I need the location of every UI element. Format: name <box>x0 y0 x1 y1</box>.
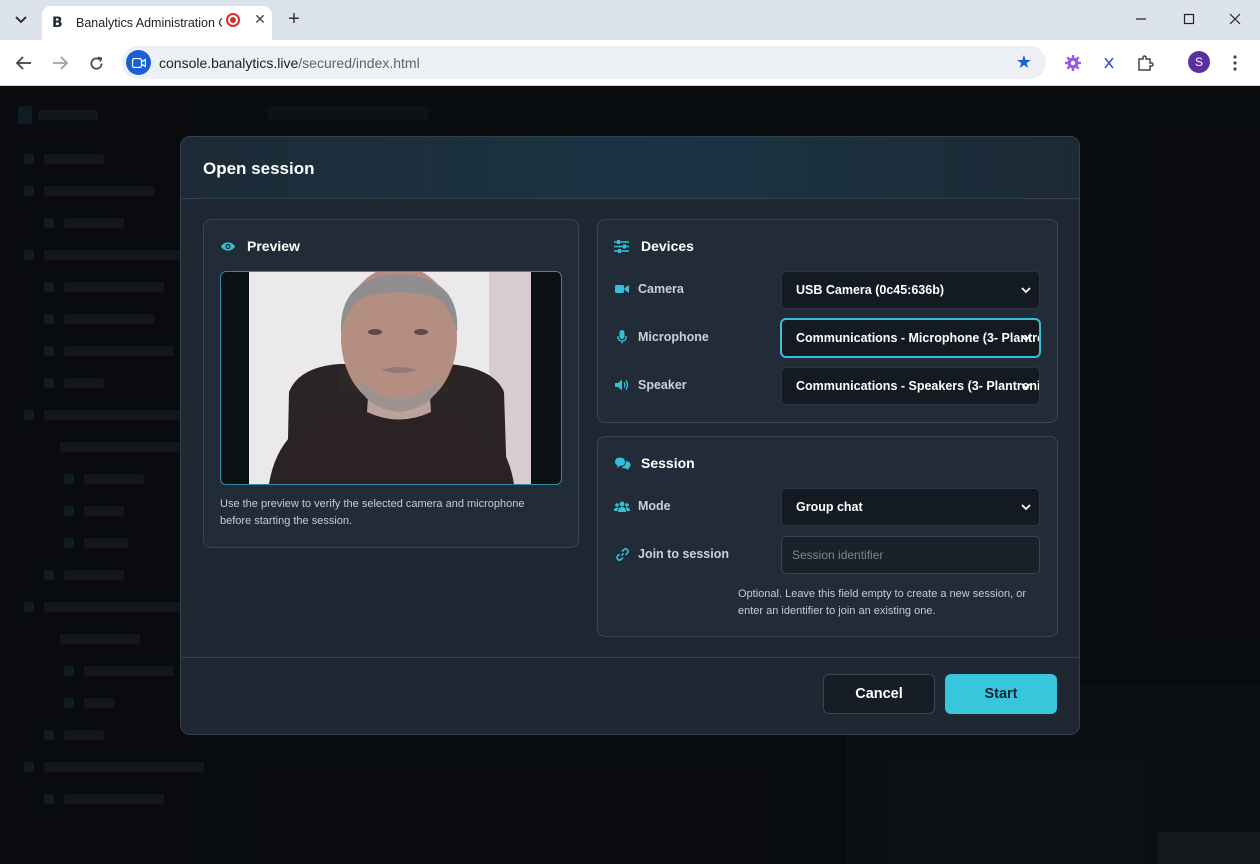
camera-label-text: Camera <box>638 282 684 296</box>
preview-card-title: Preview <box>220 238 300 254</box>
recording-indicator-icon <box>226 13 240 27</box>
tab-search-chevron-icon[interactable] <box>8 7 34 33</box>
speaker-label-text: Speaker <box>638 378 687 392</box>
camera-select-value: USB Camera (0c45:636b) <box>796 283 944 297</box>
link-icon <box>614 547 630 561</box>
extension-gear-icon[interactable] <box>1062 52 1084 74</box>
dialog-header: Open session <box>181 137 1079 199</box>
start-button[interactable]: Start <box>945 674 1057 714</box>
microphone-label: Microphone <box>614 330 709 344</box>
browser-menu-icon[interactable] <box>1224 52 1246 74</box>
cancel-button[interactable]: Cancel <box>823 674 935 714</box>
window-close-icon[interactable] <box>1220 6 1250 32</box>
extension-x-icon[interactable] <box>1098 52 1120 74</box>
preview-title-label: Preview <box>247 238 300 254</box>
chevron-down-icon <box>1021 383 1031 390</box>
browser-tab[interactable]: B Banalytics Administration C ✕ <box>42 6 272 40</box>
chat-bubbles-icon <box>614 457 632 470</box>
back-arrow-icon[interactable] <box>10 49 38 77</box>
mode-select-value: Group chat <box>796 500 863 514</box>
mode-label: Mode <box>614 499 671 513</box>
url-text: console.banalytics.live/secured/index.ht… <box>159 55 420 71</box>
devices-title-label: Devices <box>641 238 694 254</box>
video-camera-icon <box>614 284 630 294</box>
join-session-label-text: Join to session <box>638 547 729 561</box>
camera-video-feed <box>249 272 531 484</box>
tab-close-icon[interactable]: ✕ <box>250 9 270 29</box>
new-tab-button[interactable]: + <box>282 7 306 31</box>
preview-help-text: Use the preview to verify the selected c… <box>220 496 565 530</box>
eye-icon <box>220 241 238 252</box>
speaker-select-value: Communications - Speakers (3- Plantronic… <box>796 379 1040 393</box>
chevron-down-icon <box>1021 287 1031 294</box>
join-session-label: Join to session <box>614 547 729 561</box>
users-group-icon <box>614 501 630 512</box>
speaker-select[interactable]: Communications - Speakers (3- Plantronic… <box>781 367 1040 405</box>
preview-card: Preview Use the preview to verify the se… <box>203 219 579 548</box>
mode-select[interactable]: Group chat <box>781 488 1040 526</box>
session-card-title: Session <box>614 455 695 471</box>
bookmark-star-icon[interactable]: ★ <box>1016 52 1032 73</box>
devices-card-title: Devices <box>614 238 694 254</box>
extensions-puzzle-icon[interactable] <box>1134 52 1156 74</box>
sliders-icon <box>614 239 632 253</box>
session-help-line: enter an identifier to join an existing … <box>738 605 936 617</box>
dialog-title: Open session <box>203 159 315 178</box>
speaker-volume-icon <box>614 379 630 391</box>
session-help-line: Optional. Leave this field empty to crea… <box>738 588 1026 600</box>
microphone-icon <box>614 330 630 344</box>
url-host: console.banalytics.live <box>159 55 299 71</box>
session-help-text: Optional. Leave this field empty to crea… <box>738 586 1056 620</box>
chevron-down-icon <box>1021 504 1031 511</box>
banalytics-favicon-icon: B <box>52 15 63 31</box>
dialog-footer: Cancel Start <box>181 657 1079 734</box>
browser-tabbar: B Banalytics Administration C ✕ + <box>0 0 1260 40</box>
preview-help-line: before starting the session. <box>220 515 353 527</box>
microphone-select[interactable]: Communications - Microphone (3- Plantron… <box>781 319 1040 357</box>
session-title-label: Session <box>641 455 695 471</box>
forward-arrow-icon[interactable] <box>46 49 74 77</box>
browser-toolbar: console.banalytics.live/secured/index.ht… <box>0 40 1260 86</box>
devices-card: Devices Camera USB Camera (0c45:636b) Mi… <box>597 219 1058 423</box>
address-bar[interactable]: console.banalytics.live/secured/index.ht… <box>122 46 1046 79</box>
camera-preview <box>220 271 562 485</box>
mode-label-text: Mode <box>638 499 671 513</box>
url-path: /secured/index.html <box>298 55 420 71</box>
speaker-label: Speaker <box>614 378 687 392</box>
reload-icon[interactable] <box>82 49 110 77</box>
camera-label: Camera <box>614 282 684 296</box>
session-identifier-input[interactable] <box>781 536 1040 574</box>
open-session-dialog: Open session Preview Use the preview to … <box>180 136 1080 735</box>
profile-avatar[interactable]: S <box>1188 51 1210 73</box>
maximize-icon[interactable] <box>1174 6 1204 32</box>
microphone-label-text: Microphone <box>638 330 709 344</box>
chevron-down-icon <box>1021 335 1031 342</box>
microphone-select-value: Communications - Microphone (3- Plantron… <box>796 331 1039 345</box>
tab-title: Banalytics Administration C <box>76 16 222 30</box>
camera-site-icon[interactable] <box>126 50 151 75</box>
camera-select[interactable]: USB Camera (0c45:636b) <box>781 271 1040 309</box>
session-card: Session Mode Group chat Join to session … <box>597 436 1058 637</box>
preview-help-line: Use the preview to verify the selected c… <box>220 498 525 510</box>
minimize-icon[interactable] <box>1126 6 1156 32</box>
